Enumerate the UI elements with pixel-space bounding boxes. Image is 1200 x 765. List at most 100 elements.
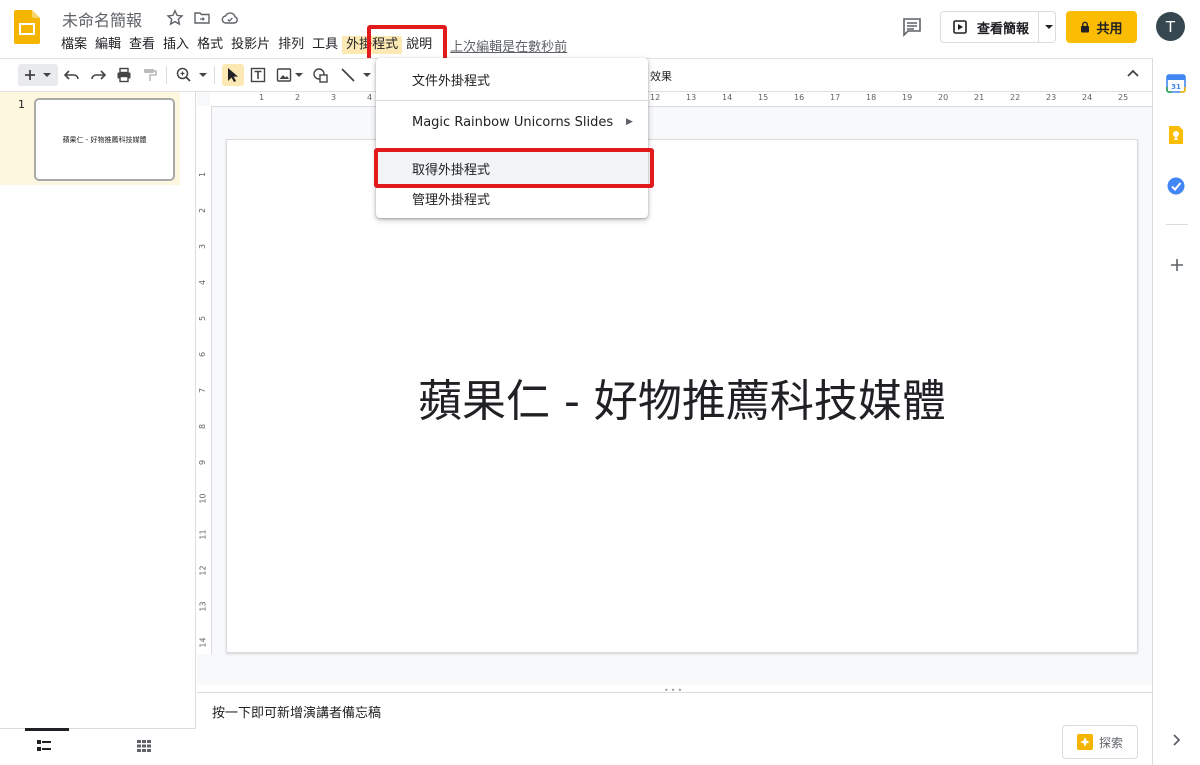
ruler-label: 16 [794, 93, 805, 102]
menu-file[interactable]: 檔案 [57, 36, 91, 54]
menu-insert[interactable]: 插入 [159, 36, 193, 54]
ruler-label: 6 [198, 351, 208, 358]
slides-logo-icon[interactable] [14, 10, 40, 44]
effects-label[interactable]: 效果 [650, 68, 672, 84]
line-icon[interactable] [340, 67, 372, 83]
ruler-label: 14 [198, 637, 208, 648]
present-options-chevron-down-icon[interactable] [1044, 23, 1054, 31]
slide-thumbnail[interactable]: 蘋果仁 - 好物推薦科技媒體 [34, 98, 175, 181]
shape-icon[interactable] [312, 67, 330, 83]
ruler-label: 10 [198, 493, 208, 504]
new-slide-button[interactable] [18, 64, 58, 86]
ruler-label: 18 [866, 93, 877, 102]
insert-image-icon[interactable] [276, 67, 304, 83]
ruler-label: 23 [1046, 93, 1057, 102]
ruler-label: 8 [198, 423, 208, 430]
ruler-label: 12 [650, 93, 661, 102]
menu-slide[interactable]: 投影片 [227, 36, 274, 54]
paint-format-icon[interactable] [142, 67, 158, 83]
speaker-notes-placeholder[interactable]: 按一下即可新增演講者備忘稿 [212, 702, 381, 721]
side-panel [1152, 58, 1200, 765]
ruler-label: 2 [198, 207, 208, 214]
ruler-label: 17 [830, 93, 841, 102]
redo-icon[interactable] [90, 68, 106, 82]
horizontal-ruler: 1 2 3 4 12 13 14 15 16 17 18 19 20 21 22… [210, 92, 1152, 107]
vertical-ruler: 1 2 3 4 5 6 7 8 9 10 11 12 13 14 [197, 106, 212, 654]
ruler-label: 4 [198, 279, 208, 286]
ruler-label: 19 [902, 93, 913, 102]
play-icon [953, 20, 967, 34]
present-label: 查看簡報 [977, 21, 1030, 37]
star-icon[interactable] [166, 9, 184, 27]
ruler-label: 13 [198, 601, 208, 612]
document-title[interactable]: 未命名簡報 [62, 7, 142, 31]
ruler-label: 3 [331, 93, 337, 102]
text-box-icon[interactable] [250, 67, 266, 83]
menu-arrange[interactable]: 排列 [274, 36, 308, 54]
ruler-label: 20 [938, 93, 949, 102]
keep-icon[interactable] [1166, 125, 1186, 145]
ruler-label: 25 [1118, 93, 1129, 102]
svg-text:31: 31 [1171, 83, 1181, 91]
share-button[interactable]: 共用 [1066, 11, 1137, 43]
menu-item-magic-rainbow-unicorns[interactable]: Magic Rainbow Unicorns Slides [412, 115, 613, 130]
print-icon[interactable] [116, 67, 132, 83]
ruler-label: 22 [1010, 93, 1021, 102]
comment-history-icon[interactable] [902, 17, 922, 37]
share-label: 共用 [1096, 21, 1123, 37]
explore-button[interactable]: 探索 [1062, 725, 1138, 759]
slide-number: 1 [18, 98, 25, 111]
lock-icon [1081, 21, 1090, 33]
expand-side-panel-chevron-right-icon[interactable] [1172, 733, 1182, 747]
ruler-label: 1 [259, 93, 265, 102]
side-panel-separator [1166, 224, 1188, 225]
toolbar-separator [166, 66, 167, 84]
add-addon-plus-icon[interactable] [1170, 258, 1184, 272]
menu-bar: 檔案 編輯 查看 插入 格式 投影片 排列 工具 外掛程式 說明 上次編輯是在數… [57, 36, 567, 55]
menu-tools[interactable]: 工具 [308, 36, 342, 54]
ruler-label: 3 [198, 243, 208, 250]
slide-thumbnail-title: 蘋果仁 - 好物推薦科技媒體 [62, 135, 147, 144]
undo-icon[interactable] [64, 68, 80, 82]
filmstrip-view-icon[interactable] [37, 740, 51, 752]
explore-label: 探索 [1098, 735, 1123, 750]
explore-star-icon [1076, 734, 1093, 750]
ruler-label: 5 [198, 315, 208, 322]
ruler-label: 24 [1082, 93, 1093, 102]
ruler-label: 15 [758, 93, 769, 102]
last-edit-link[interactable]: 上次編輯是在數秒前 [450, 36, 567, 55]
ruler-label: 13 [686, 93, 697, 102]
get-addons-highlight-box [374, 148, 654, 188]
active-view-indicator [25, 728, 69, 731]
menu-item-manage-addons[interactable]: 管理外掛程式 [412, 189, 490, 208]
plus-icon [25, 70, 51, 80]
calendar-icon[interactable]: 31 [1166, 73, 1186, 93]
move-folder-icon[interactable] [193, 9, 211, 27]
zoom-icon[interactable] [176, 67, 208, 83]
ruler-label: 7 [198, 387, 208, 394]
tasks-icon[interactable] [1166, 176, 1186, 196]
submenu-arrow-icon: ▶ [626, 117, 633, 127]
cursor-arrow-icon [228, 68, 238, 82]
ruler-label: 2 [295, 93, 301, 102]
menu-item-document-addons[interactable]: 文件外掛程式 [412, 70, 490, 89]
menu-view[interactable]: 查看 [125, 36, 159, 54]
cloud-saved-icon[interactable] [221, 9, 239, 27]
present-divider [1038, 11, 1039, 43]
ruler-label: 12 [198, 565, 208, 576]
toolbar-separator [214, 66, 215, 84]
menu-edit[interactable]: 編輯 [91, 36, 125, 54]
user-avatar[interactable]: T [1156, 12, 1185, 41]
addons-dropdown-menu: 文件外掛程式 Magic Rainbow Unicorns Slides 管理外… [376, 58, 648, 218]
ruler-label: 14 [722, 93, 733, 102]
menu-format[interactable]: 格式 [193, 36, 227, 54]
menu-separator [376, 100, 648, 101]
ruler-label: 4 [367, 93, 373, 102]
select-tool-button[interactable] [222, 64, 244, 86]
ruler-label: 21 [974, 93, 985, 102]
slide-title-text[interactable]: 蘋果仁 - 好物推薦科技媒體 [226, 365, 1138, 429]
collapse-toolbar-chevron-up-icon[interactable] [1126, 66, 1140, 80]
grid-view-icon[interactable] [137, 740, 151, 752]
ruler-label: 11 [198, 529, 208, 540]
filmstrip-panel [0, 92, 196, 765]
